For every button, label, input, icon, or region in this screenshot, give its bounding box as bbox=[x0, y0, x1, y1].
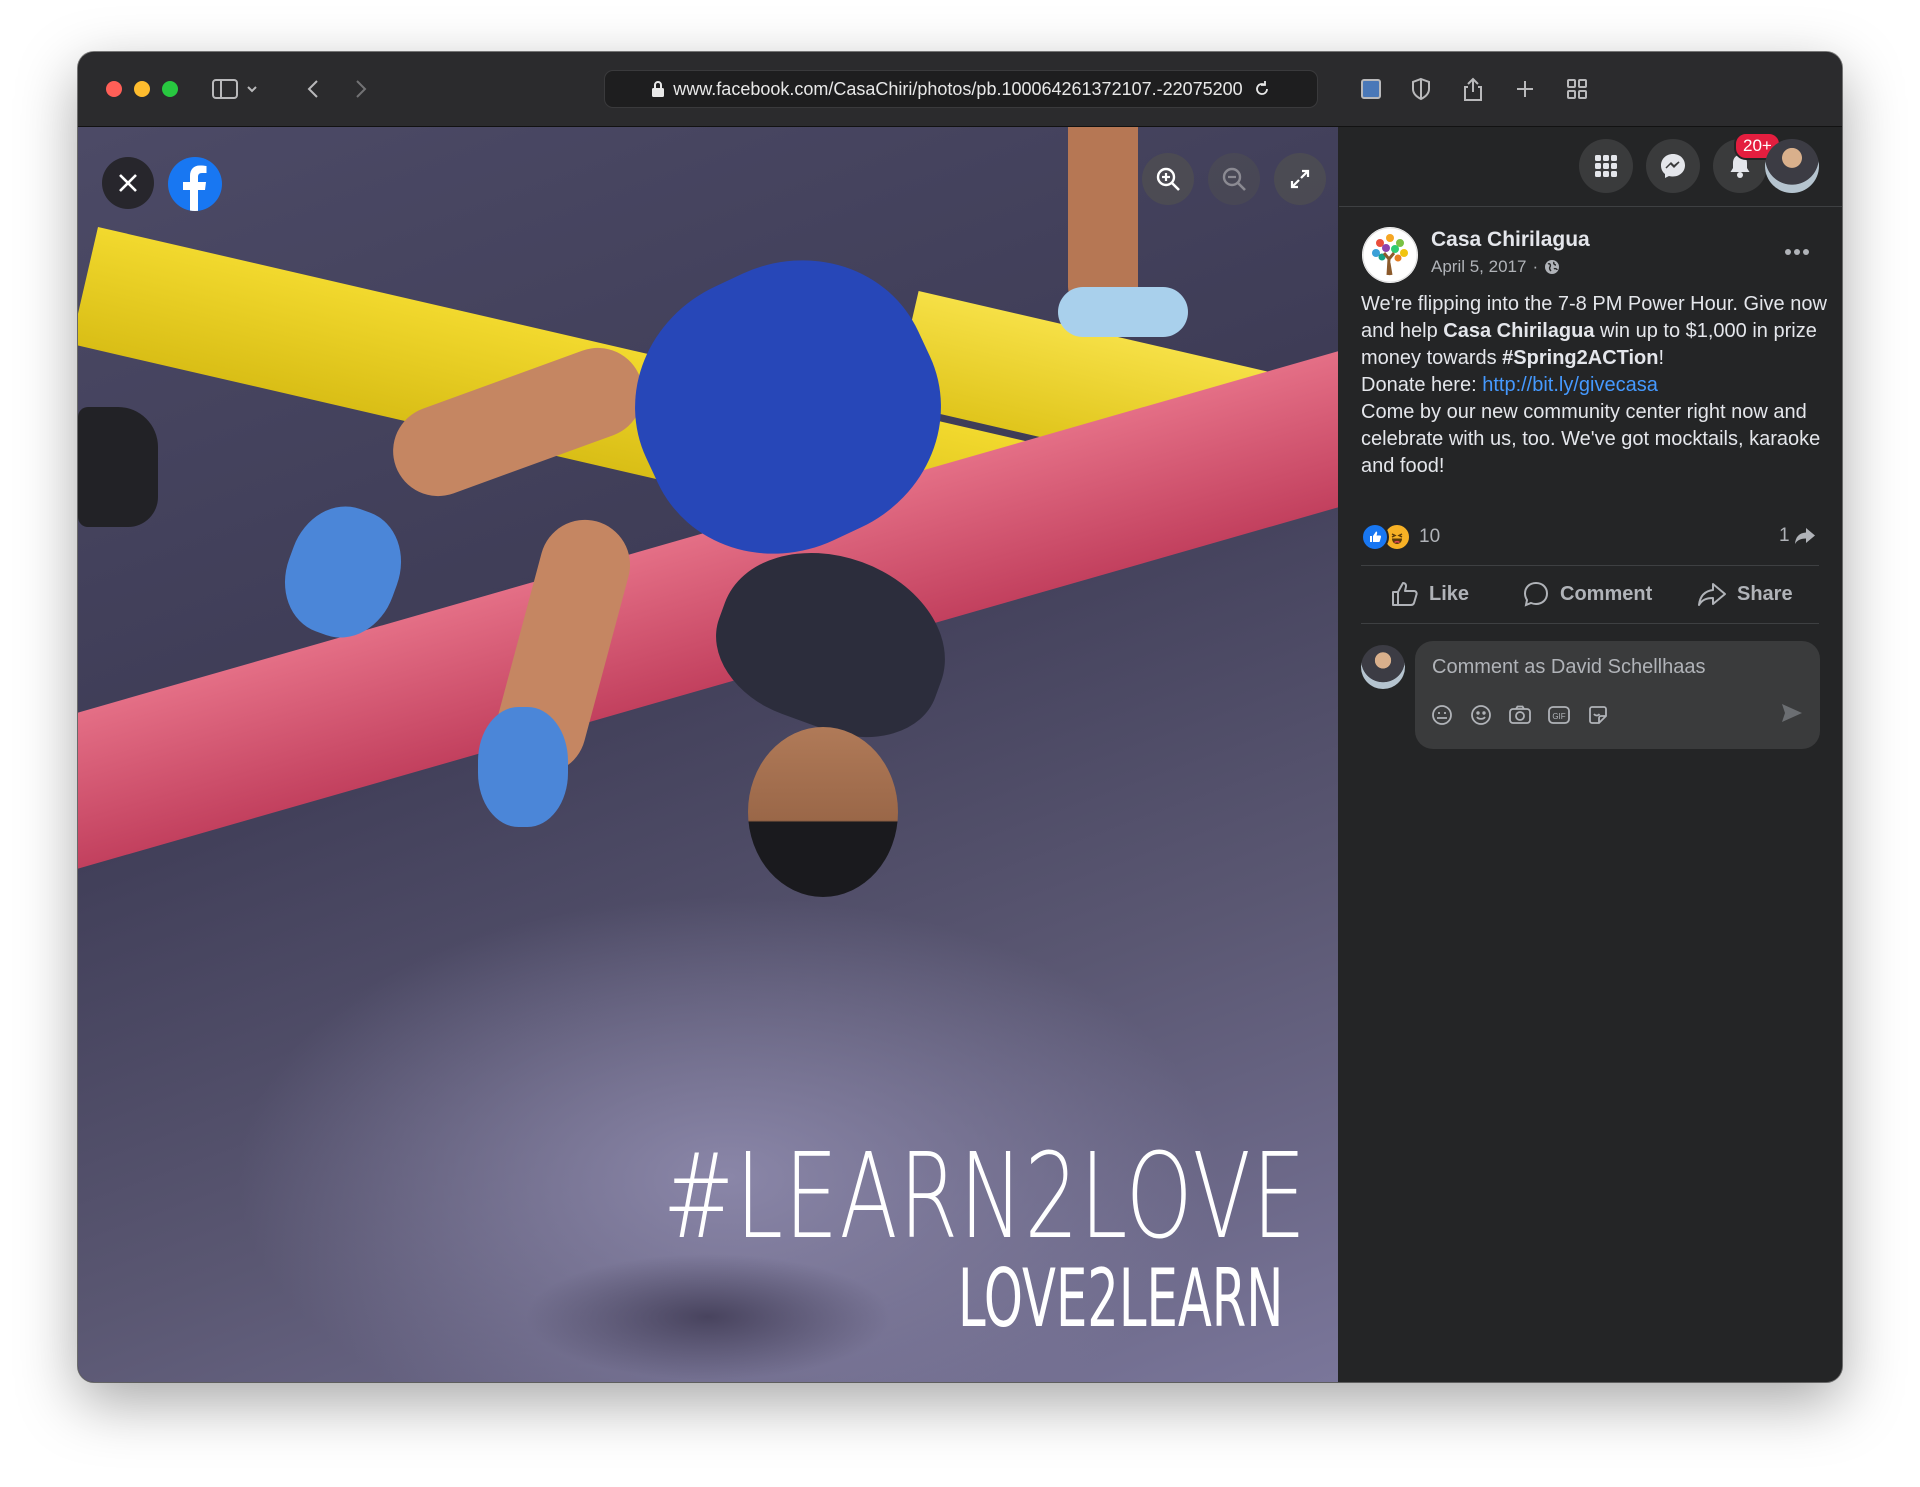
browser-window: www.facebook.com/CasaChiri/photos/pb.100… bbox=[78, 52, 1842, 1382]
post-text-segment: Donate here: bbox=[1361, 374, 1483, 396]
share-count: 1 bbox=[1779, 525, 1790, 546]
reload-icon[interactable] bbox=[1253, 80, 1271, 98]
address-bar[interactable]: www.facebook.com/CasaChiri/photos/pb.100… bbox=[604, 70, 1318, 108]
gif-icon[interactable]: GIF bbox=[1546, 702, 1572, 728]
menu-button[interactable] bbox=[1579, 139, 1633, 193]
page-mention[interactable]: Casa Chirilagua bbox=[1443, 320, 1594, 342]
photo-bystander-socks bbox=[1058, 287, 1188, 337]
facebook-logo[interactable] bbox=[168, 157, 222, 211]
close-icon bbox=[119, 174, 137, 192]
post-text: We're flipping into the 7-8 PM Power Hou… bbox=[1361, 291, 1831, 480]
actions-divider bbox=[1361, 623, 1819, 624]
comment-button[interactable]: Comment bbox=[1522, 567, 1652, 621]
avatar-sticker-icon[interactable] bbox=[1429, 702, 1455, 728]
commenter-avatar[interactable] bbox=[1361, 645, 1405, 689]
reactions-divider bbox=[1361, 565, 1819, 566]
zoom-out-icon bbox=[1222, 167, 1246, 191]
like-reaction-icon bbox=[1361, 523, 1389, 551]
photo-overlay-subtext: LOVE2LEARN bbox=[958, 1252, 1284, 1345]
post-meta: April 5, 2017 · bbox=[1431, 257, 1560, 277]
new-tab-icon[interactable] bbox=[1510, 74, 1540, 104]
photo-viewer[interactable]: #LEARN2LOVE LOVE2LEARN bbox=[78, 127, 1338, 1382]
share-arrow-icon bbox=[1794, 528, 1815, 544]
fullscreen-button[interactable] bbox=[1274, 153, 1326, 205]
zoom-in-icon bbox=[1156, 167, 1180, 191]
chevron-down-icon[interactable] bbox=[242, 74, 262, 104]
url-text: www.facebook.com/CasaChiri/photos/pb.100… bbox=[673, 78, 1243, 99]
close-window-button[interactable] bbox=[106, 81, 122, 97]
more-dots-icon bbox=[1785, 249, 1809, 255]
expand-icon bbox=[1290, 169, 1310, 189]
comment-input[interactable]: Comment as David Schellhaas bbox=[1432, 656, 1705, 679]
forward-icon[interactable] bbox=[346, 74, 376, 104]
post-text-segment: Come by our new community center right n… bbox=[1361, 401, 1821, 477]
reaction-summary[interactable]: 10 bbox=[1361, 523, 1440, 551]
shield-icon[interactable] bbox=[1406, 74, 1436, 104]
share-icon[interactable] bbox=[1458, 74, 1488, 104]
close-photo-button[interactable] bbox=[102, 157, 154, 209]
hashtag-link[interactable]: #Spring2ACTion bbox=[1502, 347, 1658, 369]
thumbs-up-icon bbox=[1392, 582, 1418, 606]
tab-overview-icon[interactable] bbox=[1356, 74, 1386, 104]
post-text-segment: ! bbox=[1658, 347, 1665, 369]
like-label: Like bbox=[1429, 582, 1470, 605]
grid-menu-icon bbox=[1595, 155, 1617, 177]
page-avatar[interactable] bbox=[1362, 227, 1418, 283]
share-icon bbox=[1698, 583, 1726, 606]
send-icon[interactable] bbox=[1779, 700, 1805, 726]
share-label: Share bbox=[1737, 582, 1793, 605]
post-sidebar: 20+ Casa Chirilagua April 5, 2017 · We'r… bbox=[1339, 127, 1842, 1382]
zoom-in-button[interactable] bbox=[1142, 153, 1194, 205]
messenger-button[interactable] bbox=[1646, 139, 1700, 193]
header-divider bbox=[1339, 206, 1842, 207]
minimize-window-button[interactable] bbox=[134, 81, 150, 97]
donate-link[interactable]: http://bit.ly/givecasa bbox=[1482, 374, 1658, 396]
tree-logo-icon bbox=[1362, 227, 1418, 283]
globe-icon bbox=[1545, 260, 1560, 274]
zoom-window-button[interactable] bbox=[162, 81, 178, 97]
comment-label: Comment bbox=[1560, 582, 1653, 605]
browser-toolbar: www.facebook.com/CasaChiri/photos/pb.100… bbox=[78, 52, 1842, 127]
more-options-button[interactable] bbox=[1784, 232, 1810, 263]
svg-text:GIF: GIF bbox=[1552, 712, 1565, 721]
emoji-icon[interactable] bbox=[1468, 702, 1494, 728]
photo-sock bbox=[478, 707, 568, 827]
sidebar-toggle-icon[interactable] bbox=[210, 74, 240, 104]
photo-bystander-legs bbox=[1068, 127, 1138, 307]
reaction-count: 10 bbox=[1419, 526, 1441, 547]
photo-head bbox=[748, 727, 898, 897]
comment-bubble-icon bbox=[1523, 581, 1549, 607]
camera-icon[interactable] bbox=[1507, 702, 1533, 728]
account-avatar[interactable] bbox=[1765, 139, 1819, 193]
post-date[interactable]: April 5, 2017 bbox=[1431, 257, 1526, 277]
lock-icon bbox=[651, 80, 665, 98]
comment-composer[interactable]: Comment as David Schellhaas GIF bbox=[1415, 641, 1820, 749]
zoom-out-button[interactable] bbox=[1208, 153, 1260, 205]
page-name[interactable]: Casa Chirilagua bbox=[1431, 228, 1590, 252]
share-button[interactable]: Share bbox=[1697, 567, 1793, 621]
like-button[interactable]: Like bbox=[1391, 567, 1469, 621]
photo-bystander-shoe bbox=[78, 407, 158, 527]
facebook-f-icon bbox=[183, 165, 207, 211]
messenger-icon bbox=[1661, 154, 1685, 178]
back-icon[interactable] bbox=[298, 74, 328, 104]
share-count-display[interactable]: 1 bbox=[1779, 525, 1816, 547]
tab-grid-icon[interactable] bbox=[1562, 74, 1592, 104]
sticker-icon[interactable] bbox=[1585, 702, 1611, 728]
photo-overlay-text: #LEARN2LOVE bbox=[663, 1127, 1308, 1265]
meta-separator: · bbox=[1532, 257, 1539, 276]
